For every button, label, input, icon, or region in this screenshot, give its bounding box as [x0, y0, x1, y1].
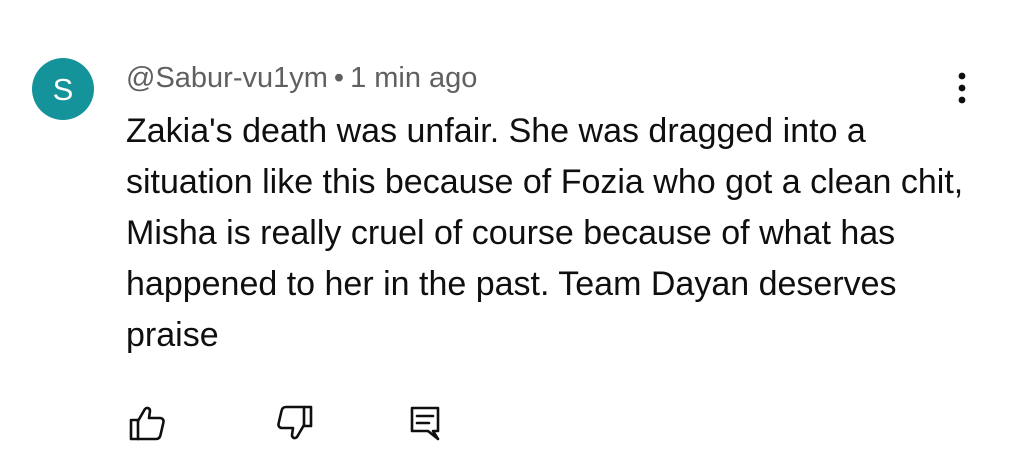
comment-item: S @Sabur-vu1ym • 1 min ago Zakia's death w… — [0, 0, 1024, 462]
reply-button[interactable] — [398, 396, 452, 450]
like-button[interactable] — [120, 396, 174, 450]
avatar[interactable]: S — [32, 58, 94, 120]
comment-menu-button[interactable] — [944, 66, 980, 110]
comment-timestamp[interactable]: 1 min ago — [350, 62, 477, 94]
avatar-initial: S — [52, 71, 74, 107]
thumbs-up-icon — [129, 406, 165, 441]
thumbs-down-icon — [277, 405, 313, 440]
comment-header: @Sabur-vu1ym • 1 min ago — [126, 58, 477, 98]
author-name[interactable]: @Sabur-vu1ym — [126, 62, 328, 94]
meta-separator: • — [333, 62, 345, 94]
comment-text: Zakia's death was unfair. She was dragge… — [126, 112, 964, 354]
reply-comment-icon — [410, 406, 440, 441]
more-vertical-icon — [958, 72, 966, 104]
dislike-button[interactable] — [268, 396, 322, 450]
